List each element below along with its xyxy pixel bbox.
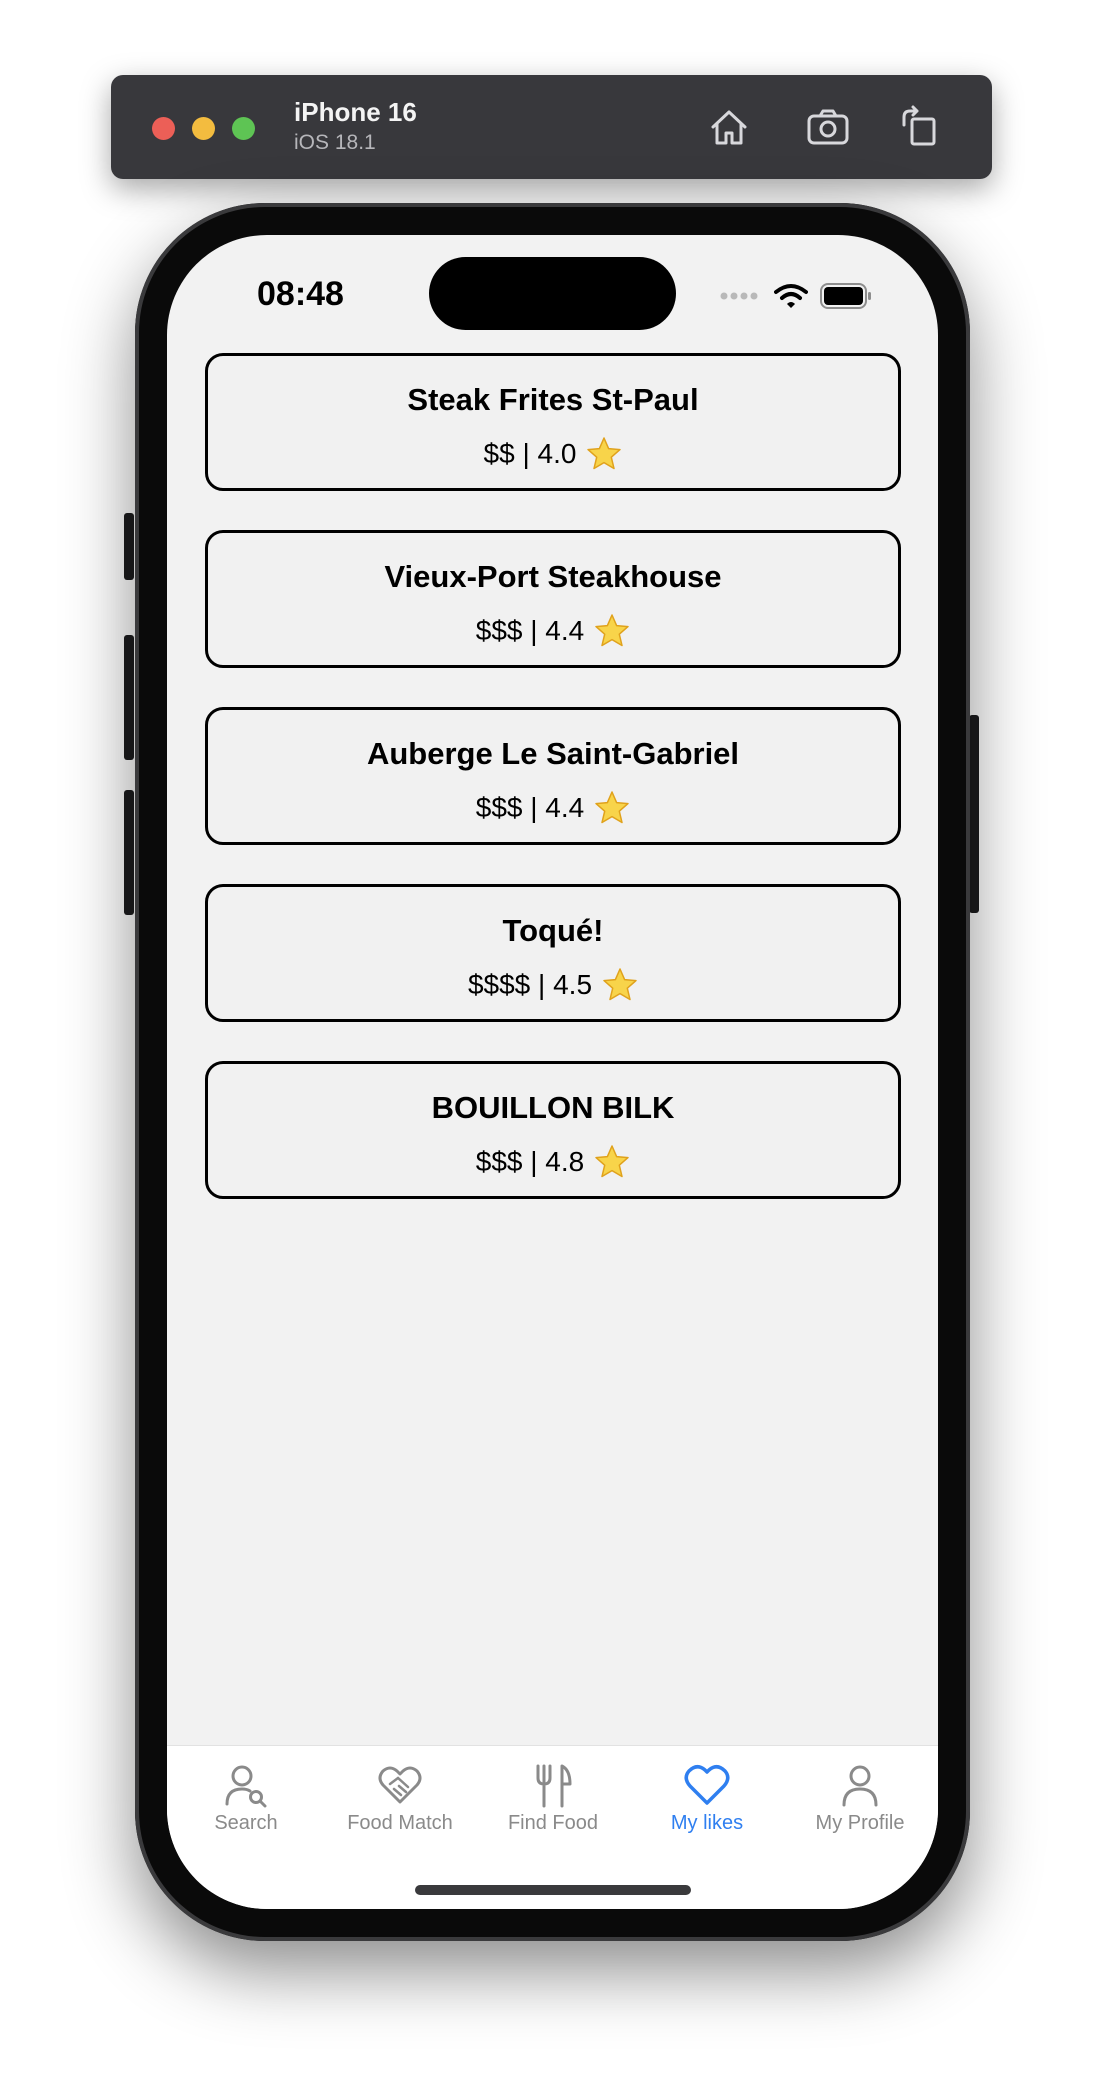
restaurant-price-rating: $$$ | 4.4 xyxy=(475,792,585,823)
tab-food-match[interactable]: Food Match xyxy=(325,1762,475,1835)
close-window-button[interactable] xyxy=(152,117,175,140)
handshake-heart-icon xyxy=(378,1766,422,1804)
tab-my-profile[interactable]: My Profile xyxy=(785,1762,935,1835)
action-button xyxy=(124,513,134,580)
tab-label: Find Food xyxy=(507,1812,599,1834)
phone-screen: 08:48 Steak Frites St-Paul $$ | 4.0 Vieu… xyxy=(167,235,938,1909)
wifi-icon xyxy=(774,284,808,308)
os-version: iOS 18.1 xyxy=(294,131,376,154)
liked-restaurants-list: Steak Frites St-Paul $$ | 4.0 Vieux-Port… xyxy=(205,353,901,1238)
dynamic-island xyxy=(429,257,676,330)
restaurant-name: Auberge Le Saint-Gabriel xyxy=(366,736,740,771)
status-time: 08:48 xyxy=(257,275,344,313)
restaurant-name: Vieux-Port Steakhouse xyxy=(384,559,722,594)
power-button xyxy=(969,715,979,913)
battery-icon xyxy=(820,283,871,309)
home-icon[interactable] xyxy=(705,103,753,151)
star-icon xyxy=(603,968,637,1001)
simulator-title-bar: iPhone 16 iOS 18.1 xyxy=(111,75,992,179)
tab-label: My likes xyxy=(670,1812,744,1834)
zoom-window-button[interactable] xyxy=(232,117,255,140)
rotate-icon[interactable] xyxy=(895,103,943,151)
tab-label: Food Match xyxy=(347,1812,453,1834)
restaurant-card[interactable]: Auberge Le Saint-Gabriel $$$ | 4.4 xyxy=(205,707,901,845)
tab-my-likes[interactable]: My likes xyxy=(632,1762,782,1835)
heart-icon xyxy=(684,1765,730,1805)
tab-label: Search xyxy=(214,1812,278,1834)
restaurant-name: Toqué! xyxy=(502,913,604,948)
star-icon xyxy=(595,1145,629,1178)
restaurant-card[interactable]: Toqué! $$$$ | 4.5 xyxy=(205,884,901,1022)
star-icon xyxy=(587,437,622,470)
person-icon xyxy=(842,1765,878,1807)
home-indicator[interactable] xyxy=(415,1885,691,1895)
minimize-window-button[interactable] xyxy=(192,117,215,140)
person-search-icon xyxy=(225,1765,267,1808)
restaurant-card[interactable]: Steak Frites St-Paul $$ | 4.0 xyxy=(205,353,901,491)
restaurant-name: Steak Frites St-Paul xyxy=(407,382,699,417)
cellular-signal-icon xyxy=(720,292,758,300)
restaurant-price-rating: $$$ | 4.4 xyxy=(475,615,585,646)
restaurant-card[interactable]: Vieux-Port Steakhouse $$$ | 4.4 xyxy=(205,530,901,668)
tab-search[interactable]: Search xyxy=(171,1762,321,1835)
volume-down-button xyxy=(124,790,134,915)
status-indicators xyxy=(720,281,872,311)
volume-up-button xyxy=(124,635,134,760)
tab-find-food[interactable]: Find Food xyxy=(478,1762,628,1835)
restaurant-name: BOUILLON BILK xyxy=(431,1090,675,1125)
camera-icon[interactable] xyxy=(804,103,852,151)
star-icon xyxy=(595,791,629,824)
device-name: iPhone 16 xyxy=(294,97,417,127)
tab-label: My Profile xyxy=(815,1812,905,1834)
restaurant-price-rating: $$ | 4.0 xyxy=(483,438,577,469)
restaurant-price-rating: $$$$ | 4.5 xyxy=(467,969,593,1000)
iphone-frame: 08:48 Steak Frites St-Paul $$ | 4.0 Vieu… xyxy=(135,203,970,1941)
star-icon xyxy=(595,614,629,647)
restaurant-price-rating: $$$ | 4.8 xyxy=(475,1146,585,1177)
fork-knife-icon xyxy=(536,1764,572,1808)
restaurant-card[interactable]: BOUILLON BILK $$$ | 4.8 xyxy=(205,1061,901,1199)
